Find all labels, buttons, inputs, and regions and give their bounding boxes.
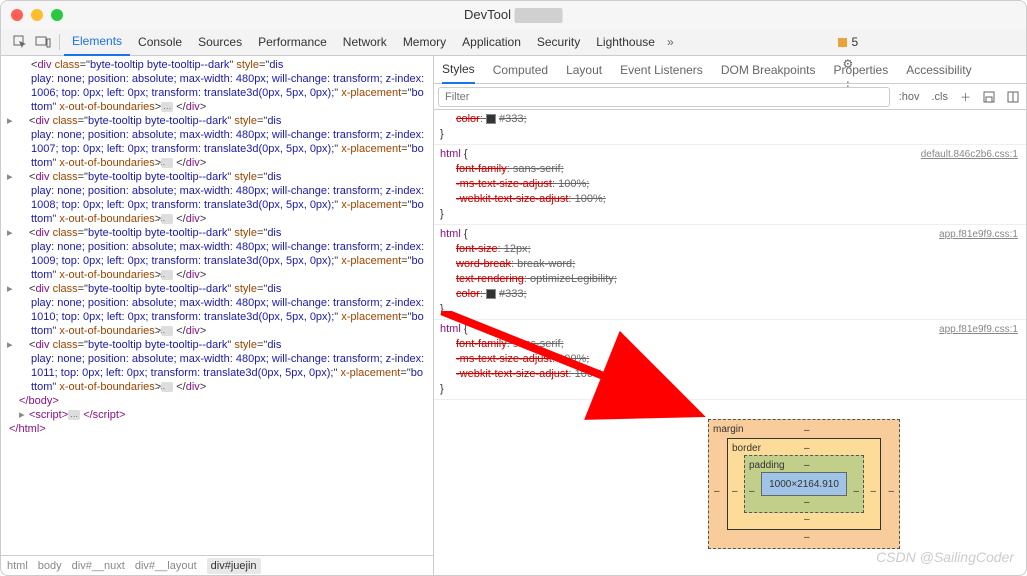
crumb[interactable]: div#__nuxt [72,560,125,572]
content: <div class="byte-tooltip byte-tooltip--d… [1,56,1026,575]
tab-elements[interactable]: Elements [64,29,130,56]
devtools-window: DevTool Elements Console Sources Perform… [0,0,1027,576]
crumb[interactable]: body [38,560,62,572]
more-tabs-icon[interactable]: » [667,35,674,49]
issues-count[interactable]: 5 [837,35,858,49]
css-rule[interactable]: default.846c2b6.css:1html {font-family: … [434,145,1026,225]
titlebar: DevTool [1,1,1026,29]
tab-sources[interactable]: Sources [190,29,250,56]
tab-console[interactable]: Console [130,29,190,56]
subtab-properties[interactable]: Properties [834,56,889,84]
subtab-accessibility[interactable]: Accessibility [906,56,971,84]
styles-panel: Styles Computed Layout Event Listeners D… [434,56,1026,575]
main-tabs: Elements Console Sources Performance Net… [1,29,1026,56]
tab-security[interactable]: Security [529,29,588,56]
tab-lighthouse[interactable]: Lighthouse [588,29,663,56]
hov-toggle[interactable]: :hov [896,91,923,103]
css-rule[interactable]: app.f81e9f9.css:1html {font-size: 12px;w… [434,225,1026,320]
tab-application[interactable]: Application [454,29,529,56]
traffic-lights [11,9,63,21]
box-model[interactable]: margin––––border––––padding––––1000×2164… [708,419,900,549]
minimize-icon[interactable] [31,9,43,21]
crumb[interactable]: html [7,560,28,572]
new-rule-icon[interactable]: ＋ [957,89,974,105]
maximize-icon[interactable] [51,9,63,21]
window-title: DevTool [464,7,563,23]
subtab-layout[interactable]: Layout [566,56,602,84]
filter-bar: :hov .cls ＋ [434,84,1026,110]
subtab-events[interactable]: Event Listeners [620,56,703,84]
source-link[interactable]: default.846c2b6.css:1 [921,147,1018,162]
inspect-icon[interactable] [13,35,27,49]
elements-panel: <div class="byte-tooltip byte-tooltip--d… [1,56,434,575]
breadcrumb: html body div#__nuxt div#__layout div#ju… [1,555,433,575]
crumb[interactable]: div#__layout [135,560,197,572]
styles-subtabs: Styles Computed Layout Event Listeners D… [434,56,1026,84]
print-icon[interactable] [980,91,998,103]
styles-list[interactable]: color: #333;}default.846c2b6.css:1html {… [434,110,1026,575]
tab-memory[interactable]: Memory [395,29,454,56]
crumb[interactable]: div#juejin [207,558,261,574]
tab-network[interactable]: Network [335,29,395,56]
source-link[interactable]: app.f81e9f9.css:1 [939,322,1018,337]
css-rule[interactable]: app.f81e9f9.css:1html {font-family: sans… [434,320,1026,400]
css-rule[interactable]: color: #333;} [434,110,1026,145]
tab-performance[interactable]: Performance [250,29,335,56]
source-link[interactable]: app.f81e9f9.css:1 [939,227,1018,242]
subtab-styles[interactable]: Styles [442,56,475,84]
close-icon[interactable] [11,9,23,21]
computed-panel-icon[interactable] [1004,91,1022,103]
filter-input[interactable] [438,87,890,107]
subtab-computed[interactable]: Computed [493,56,548,84]
cls-toggle[interactable]: .cls [929,91,952,103]
subtab-dombreak[interactable]: DOM Breakpoints [721,56,816,84]
dom-tree[interactable]: <div class="byte-tooltip byte-tooltip--d… [1,56,433,555]
device-icon[interactable] [35,35,51,49]
watermark: CSDN @SailingCoder [876,549,1014,565]
